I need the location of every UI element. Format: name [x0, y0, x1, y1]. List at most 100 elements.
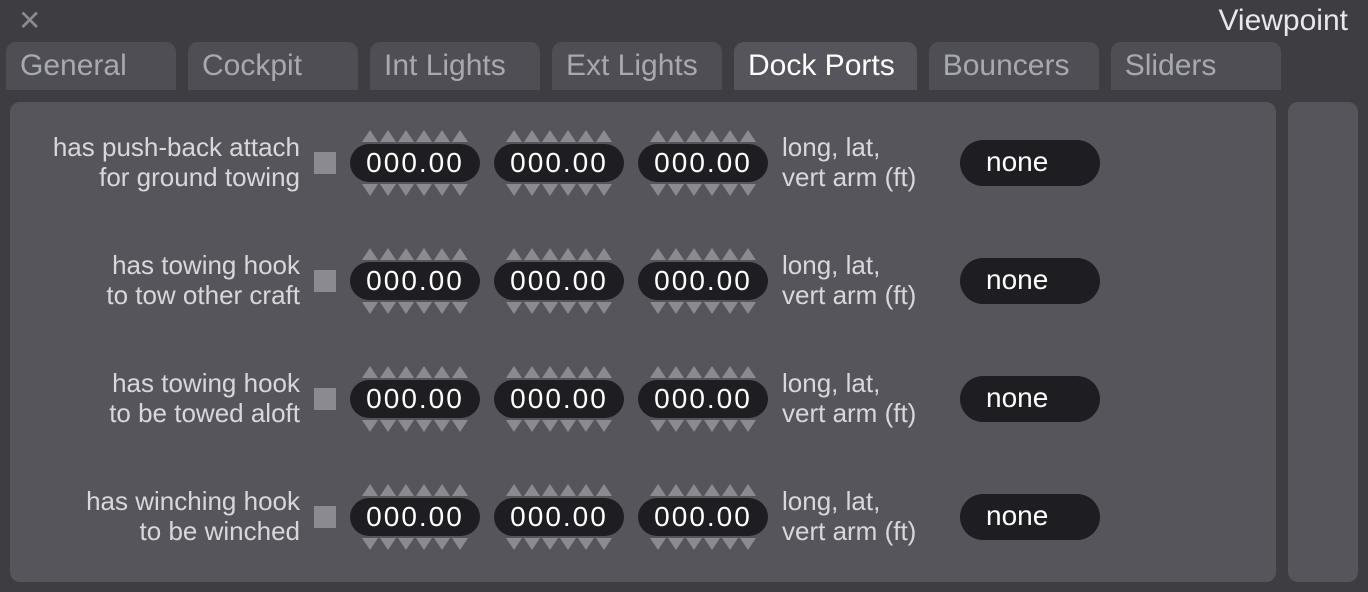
arrow-down-icon[interactable] [434, 184, 450, 196]
spinner-up-arrows[interactable] [650, 248, 756, 260]
arrow-down-icon[interactable] [416, 538, 432, 550]
arrow-up-icon[interactable] [722, 130, 738, 142]
arrow-up-icon[interactable] [704, 248, 720, 260]
lat-spinner-value[interactable]: 000.00 [494, 262, 624, 300]
arrow-down-icon[interactable] [452, 420, 468, 432]
arrow-up-icon[interactable] [524, 248, 540, 260]
enable-checkbox[interactable] [314, 506, 336, 528]
spinner-down-arrows[interactable] [506, 420, 612, 432]
arrow-up-icon[interactable] [542, 248, 558, 260]
vert-spinner-value[interactable]: 000.00 [638, 144, 768, 182]
arrow-down-icon[interactable] [560, 538, 576, 550]
arrow-down-icon[interactable] [542, 184, 558, 196]
arrow-down-icon[interactable] [668, 538, 684, 550]
tab-int-lights[interactable]: Int Lights [370, 42, 540, 90]
lat-spinner[interactable]: 000.00 [494, 130, 624, 196]
spinner-up-arrows[interactable] [506, 248, 612, 260]
spinner-up-arrows[interactable] [362, 366, 468, 378]
arrow-down-icon[interactable] [362, 184, 378, 196]
arrow-up-icon[interactable] [560, 130, 576, 142]
arrow-down-icon[interactable] [740, 420, 756, 432]
arrow-down-icon[interactable] [722, 302, 738, 314]
arrow-down-icon[interactable] [704, 184, 720, 196]
spinner-up-arrows[interactable] [650, 130, 756, 142]
arrow-up-icon[interactable] [596, 130, 612, 142]
spinner-down-arrows[interactable] [362, 184, 468, 196]
arrow-down-icon[interactable] [398, 184, 414, 196]
arrow-down-icon[interactable] [524, 538, 540, 550]
spinner-down-arrows[interactable] [506, 302, 612, 314]
arrow-up-icon[interactable] [398, 484, 414, 496]
arrow-down-icon[interactable] [560, 302, 576, 314]
vert-spinner[interactable]: 000.00 [638, 130, 768, 196]
arrow-up-icon[interactable] [650, 248, 666, 260]
arrow-down-icon[interactable] [362, 538, 378, 550]
arrow-up-icon[interactable] [596, 484, 612, 496]
arrow-down-icon[interactable] [596, 302, 612, 314]
arrow-up-icon[interactable] [362, 484, 378, 496]
tab-general[interactable]: General [6, 42, 176, 90]
arrow-up-icon[interactable] [506, 130, 522, 142]
spinner-down-arrows[interactable] [362, 302, 468, 314]
spinner-down-arrows[interactable] [362, 420, 468, 432]
arrow-down-icon[interactable] [686, 420, 702, 432]
arrow-up-icon[interactable] [506, 366, 522, 378]
arrow-down-icon[interactable] [416, 302, 432, 314]
arrow-down-icon[interactable] [560, 420, 576, 432]
arrow-down-icon[interactable] [650, 420, 666, 432]
arrow-up-icon[interactable] [560, 484, 576, 496]
spinner-up-arrows[interactable] [362, 484, 468, 496]
arrow-down-icon[interactable] [668, 302, 684, 314]
arrow-up-icon[interactable] [542, 366, 558, 378]
arrow-up-icon[interactable] [686, 484, 702, 496]
arrow-up-icon[interactable] [722, 484, 738, 496]
arrow-up-icon[interactable] [416, 248, 432, 260]
arrow-up-icon[interactable] [398, 248, 414, 260]
arrow-up-icon[interactable] [506, 248, 522, 260]
arrow-down-icon[interactable] [686, 538, 702, 550]
type-dropdown[interactable]: none [960, 258, 1100, 304]
lat-spinner-value[interactable]: 000.00 [494, 380, 624, 418]
arrow-up-icon[interactable] [434, 484, 450, 496]
long-spinner-value[interactable]: 000.00 [350, 380, 480, 418]
arrow-up-icon[interactable] [452, 248, 468, 260]
spinner-down-arrows[interactable] [506, 538, 612, 550]
arrow-down-icon[interactable] [668, 184, 684, 196]
spinner-up-arrows[interactable] [362, 248, 468, 260]
type-dropdown[interactable]: none [960, 494, 1100, 540]
arrow-down-icon[interactable] [560, 184, 576, 196]
arrow-down-icon[interactable] [722, 420, 738, 432]
long-spinner[interactable]: 000.00 [350, 248, 480, 314]
spinner-up-arrows[interactable] [650, 366, 756, 378]
long-spinner-value[interactable]: 000.00 [350, 262, 480, 300]
arrow-up-icon[interactable] [722, 366, 738, 378]
arrow-up-icon[interactable] [380, 366, 396, 378]
arrow-up-icon[interactable] [362, 248, 378, 260]
arrow-up-icon[interactable] [668, 366, 684, 378]
arrow-up-icon[interactable] [524, 366, 540, 378]
arrow-up-icon[interactable] [668, 130, 684, 142]
arrow-up-icon[interactable] [362, 366, 378, 378]
enable-checkbox[interactable] [314, 388, 336, 410]
arrow-down-icon[interactable] [722, 184, 738, 196]
arrow-down-icon[interactable] [398, 538, 414, 550]
arrow-down-icon[interactable] [506, 538, 522, 550]
arrow-down-icon[interactable] [506, 184, 522, 196]
arrow-up-icon[interactable] [578, 366, 594, 378]
arrow-up-icon[interactable] [650, 130, 666, 142]
arrow-up-icon[interactable] [740, 130, 756, 142]
arrow-up-icon[interactable] [452, 130, 468, 142]
arrow-up-icon[interactable] [416, 366, 432, 378]
arrow-up-icon[interactable] [704, 130, 720, 142]
arrow-down-icon[interactable] [434, 420, 450, 432]
arrow-up-icon[interactable] [524, 130, 540, 142]
arrow-down-icon[interactable] [452, 538, 468, 550]
lat-spinner[interactable]: 000.00 [494, 248, 624, 314]
arrow-down-icon[interactable] [452, 302, 468, 314]
arrow-up-icon[interactable] [380, 130, 396, 142]
arrow-up-icon[interactable] [740, 484, 756, 496]
arrow-down-icon[interactable] [380, 538, 396, 550]
spinner-down-arrows[interactable] [362, 538, 468, 550]
arrow-up-icon[interactable] [686, 248, 702, 260]
arrow-down-icon[interactable] [704, 302, 720, 314]
